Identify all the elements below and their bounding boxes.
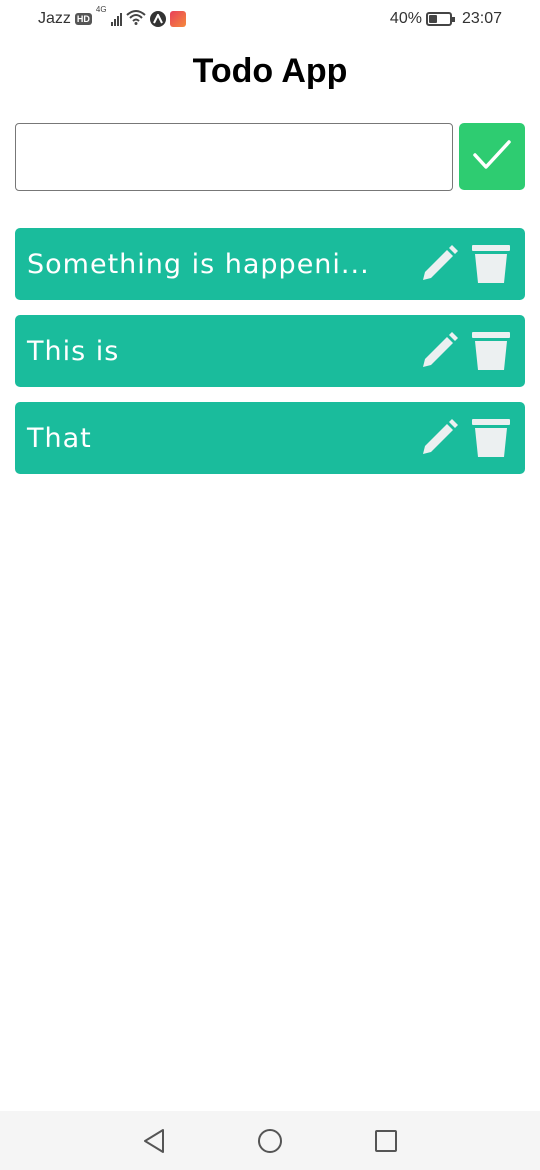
add-todo-button[interactable] (459, 123, 525, 190)
todo-item: That (15, 402, 525, 474)
trash-icon[interactable] (471, 244, 511, 284)
todo-actions (419, 418, 511, 458)
nav-bar (0, 1111, 540, 1170)
carrier-label: Jazz (38, 10, 71, 27)
back-icon[interactable] (140, 1127, 168, 1155)
home-icon[interactable] (256, 1127, 284, 1155)
checkmark-icon (472, 139, 512, 174)
battery-fill (428, 15, 437, 23)
battery-percent: 40% (389, 10, 422, 27)
trash-icon[interactable] (471, 331, 511, 371)
status-right: 40% 23:07 (390, 10, 502, 28)
todo-text: This is (27, 335, 120, 367)
pencil-icon[interactable] (419, 418, 459, 458)
network-type-label: 4G (95, 4, 107, 14)
pencil-icon[interactable] (419, 244, 459, 284)
wifi-icon (125, 9, 146, 30)
status-bar: Jazz HD 4G 40% 23:07 (0, 0, 540, 38)
todo-text: Something is happeni... (27, 248, 370, 280)
vpn-icon (149, 11, 166, 27)
battery-icon (425, 12, 455, 26)
todo-actions (419, 244, 511, 284)
page-title: Todo App (192, 52, 348, 90)
recents-icon[interactable] (372, 1127, 400, 1155)
screen: Jazz HD 4G 40% 23:07 Todo App Something … (0, 0, 540, 1170)
todo-text: That (27, 422, 92, 454)
todo-list: Something is happeni... This is That (15, 228, 525, 489)
todo-item: This is (15, 315, 525, 387)
app-icon (169, 11, 186, 27)
todo-input[interactable] (15, 123, 453, 191)
hd-icon: HD (74, 13, 92, 25)
trash-icon[interactable] (471, 418, 511, 458)
signal-icon (110, 12, 122, 26)
todo-actions (419, 331, 511, 371)
todo-item: Something is happeni... (15, 228, 525, 300)
clock: 23:07 (461, 10, 502, 27)
pencil-icon[interactable] (419, 331, 459, 371)
status-left: Jazz HD 4G (38, 5, 186, 30)
